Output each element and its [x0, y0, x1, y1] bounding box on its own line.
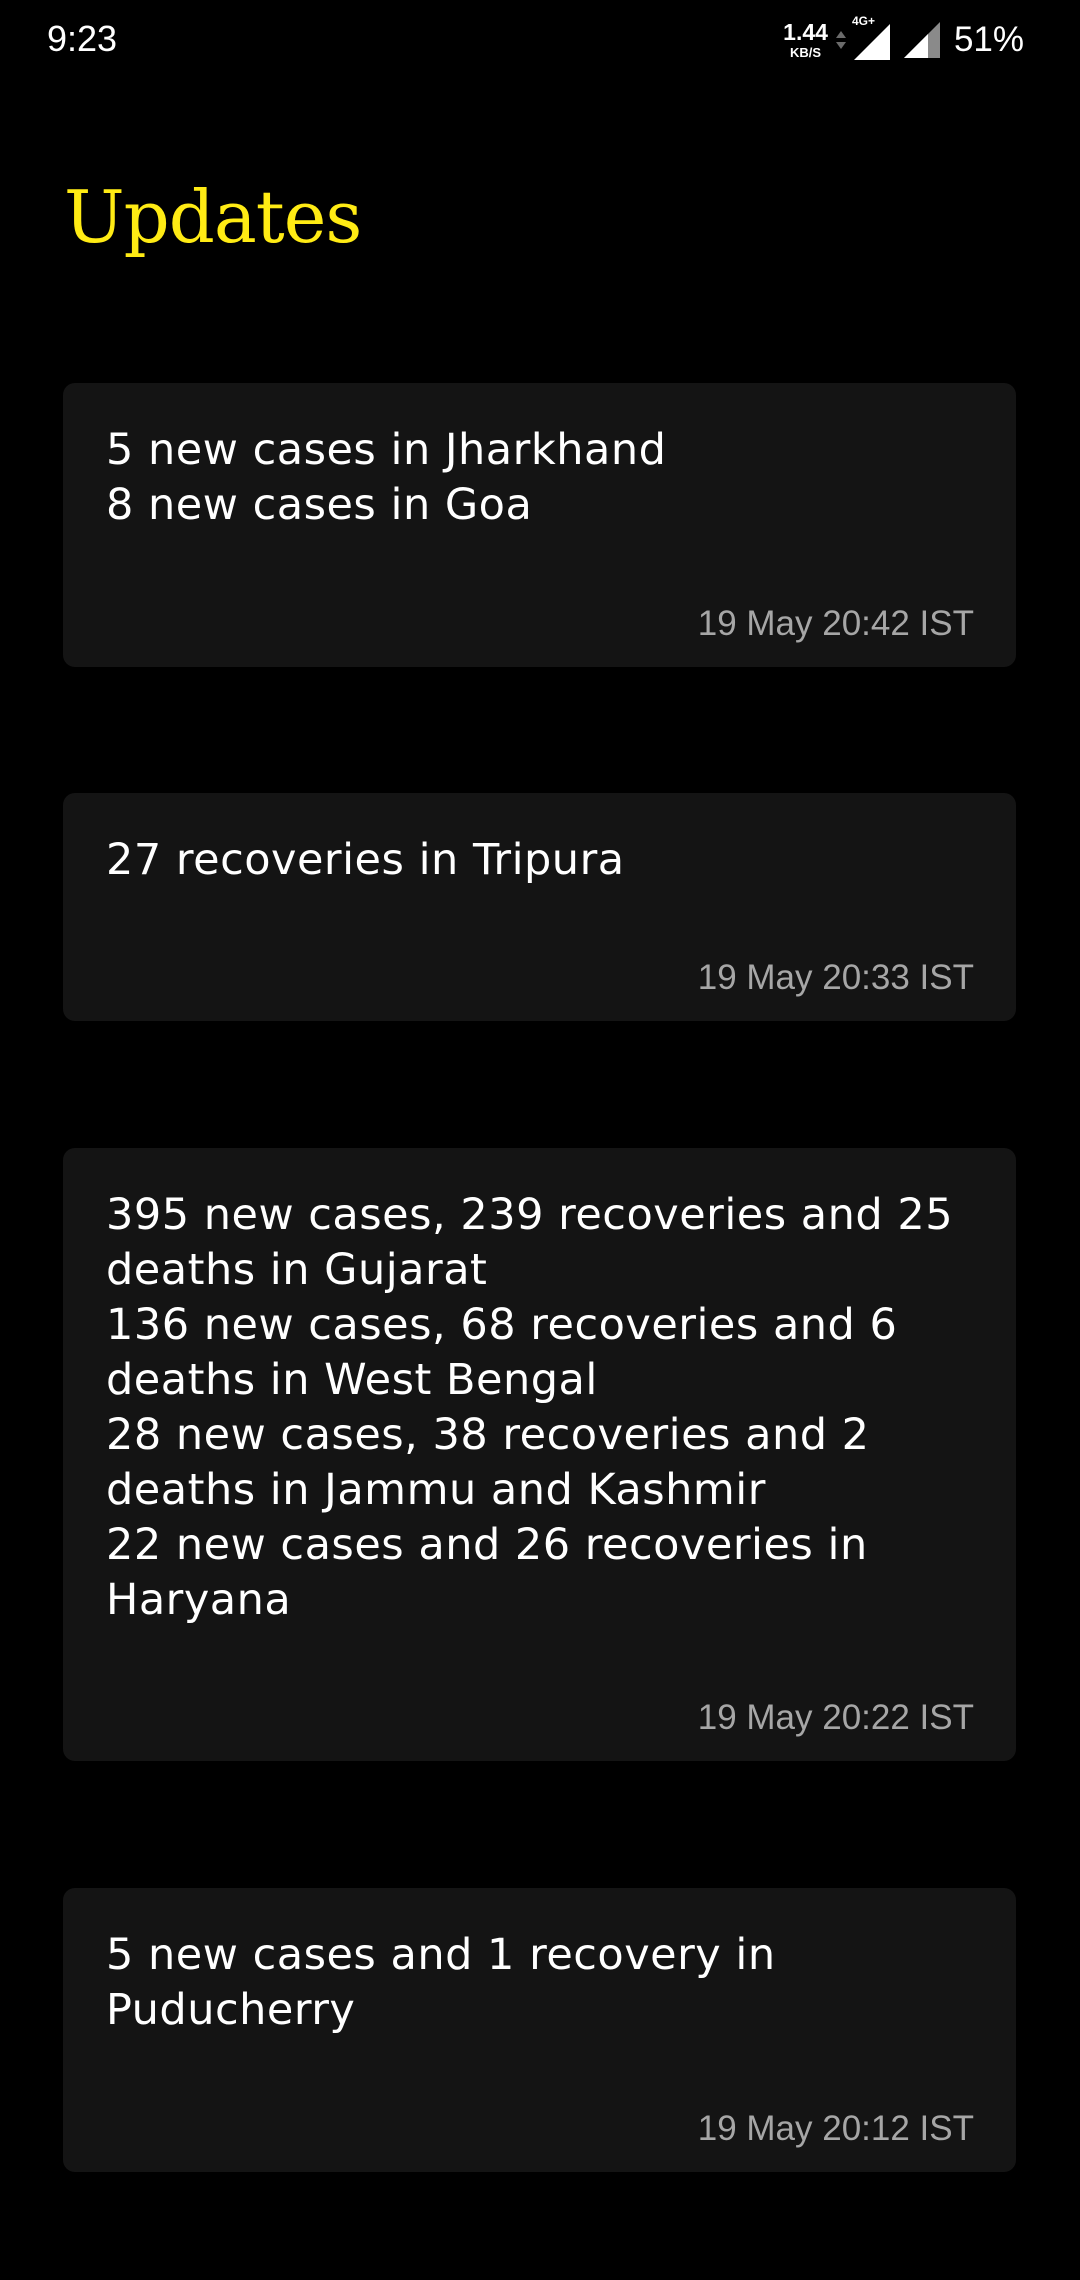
- update-line: 136 new cases, 68 recoveries and 6: [106, 1300, 898, 1350]
- update-text: 5 new cases and 1 recovery in Puducherry: [106, 1928, 986, 2038]
- update-line: deaths in Jammu and Kashmir: [106, 1465, 766, 1515]
- update-timestamp: 19 May 20:12 IST: [697, 2109, 974, 2148]
- update-line: Haryana: [106, 1575, 292, 1625]
- update-text: 395 new cases, 239 recoveries and 25 dea…: [106, 1188, 986, 1628]
- network-speed-value: 1.44: [783, 19, 828, 45]
- page-title: Updates: [64, 175, 362, 259]
- update-line: 28 new cases, 38 recoveries and 2: [106, 1410, 870, 1460]
- update-timestamp: 19 May 20:33 IST: [697, 958, 974, 997]
- update-text: 27 recoveries in Tripura: [106, 833, 986, 888]
- data-arrows-icon: [835, 31, 846, 49]
- update-line: 5 new cases and 1 recovery in: [106, 1930, 776, 1980]
- update-line: deaths in Gujarat: [106, 1245, 488, 1295]
- update-card[interactable]: 5 new cases and 1 recovery in Puducherry…: [63, 1888, 1016, 2172]
- update-line: 8 new cases in Goa: [106, 480, 533, 530]
- signal-icon: [903, 22, 940, 58]
- update-timestamp: 19 May 20:22 IST: [697, 1698, 974, 1737]
- update-line: deaths in West Bengal: [106, 1355, 598, 1405]
- battery-percentage: 51%: [953, 20, 1024, 59]
- update-line: Puducherry: [106, 1985, 356, 2035]
- update-card[interactable]: 27 recoveries in Tripura 19 May 20:33 IS…: [63, 793, 1016, 1021]
- update-line: 5 new cases in Jharkhand: [106, 425, 667, 475]
- update-line: 395 new cases, 239 recoveries and 25: [106, 1190, 954, 1240]
- update-line: 27 recoveries in Tripura: [106, 835, 625, 885]
- update-card[interactable]: 395 new cases, 239 recoveries and 25 dea…: [63, 1148, 1016, 1761]
- signal-4g-icon: 4G+: [850, 14, 890, 60]
- status-time: 9:23: [47, 18, 118, 59]
- status-icons: 1.44 KB/S 4G+ 51%: [783, 14, 1024, 64]
- update-text: 5 new cases in Jharkhand 8 new cases in …: [106, 423, 986, 533]
- update-line: 22 new cases and 26 recoveries in: [106, 1520, 868, 1570]
- update-card[interactable]: 5 new cases in Jharkhand 8 new cases in …: [63, 383, 1016, 667]
- network-speed: 1.44 KB/S: [783, 19, 828, 60]
- status-bar: 9:23 1.44 KB/S 4G+ 51%: [0, 0, 1080, 82]
- update-timestamp: 19 May 20:42 IST: [697, 604, 974, 643]
- network-speed-unit: KB/S: [790, 45, 822, 60]
